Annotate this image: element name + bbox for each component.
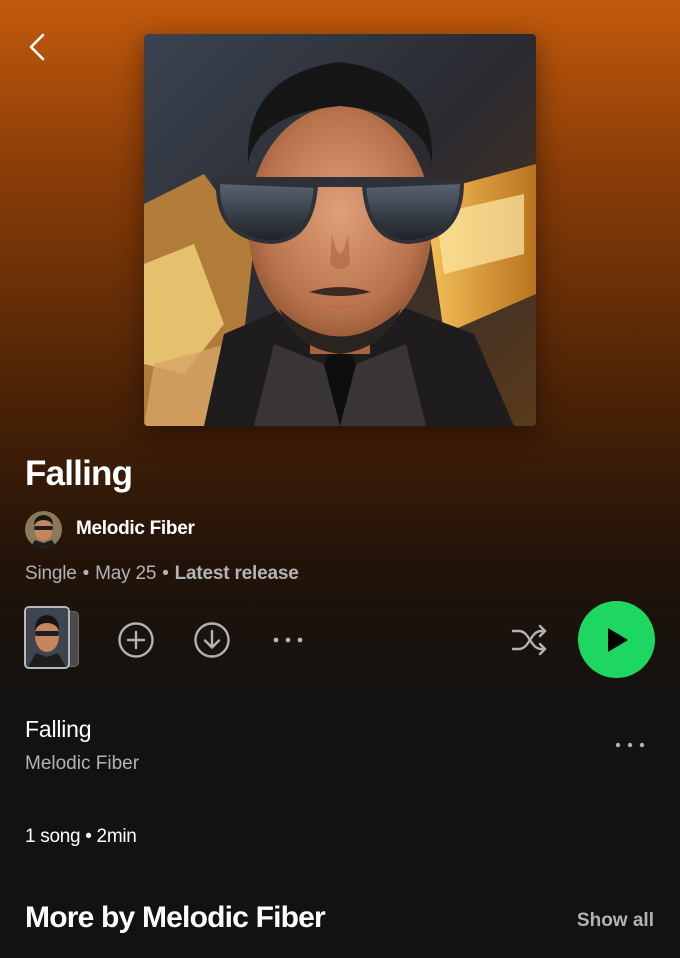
shuffle-button[interactable] <box>508 620 550 660</box>
track-row[interactable]: Falling Melodic Fiber <box>25 716 655 786</box>
release-type: Single <box>25 563 77 584</box>
track-artist: Melodic Fiber <box>25 753 140 774</box>
show-all-link[interactable]: Show all <box>577 910 654 932</box>
download-button[interactable] <box>192 620 232 660</box>
more-options-button[interactable] <box>268 625 308 655</box>
more-by-heading: More by Melodic Fiber <box>25 901 326 934</box>
preview-thumbnail[interactable] <box>24 606 80 672</box>
back-button[interactable] <box>22 30 52 64</box>
meta-separator: • <box>162 563 169 584</box>
thumbnail-front-card <box>24 606 70 669</box>
album-meta: Single • May 25 • Latest release <box>25 563 299 585</box>
track-more-button[interactable] <box>613 736 647 754</box>
artist-link[interactable]: Melodic Fiber <box>25 510 195 548</box>
ellipsis-icon <box>273 637 303 643</box>
add-to-library-button[interactable] <box>116 620 156 660</box>
album-title: Falling <box>25 454 133 493</box>
release-date: May 25 <box>95 563 157 584</box>
album-cover <box>144 34 536 426</box>
artist-name: Melodic Fiber <box>76 518 195 539</box>
track-summary: 1 song • 2min <box>25 826 137 847</box>
shuffle-icon <box>511 624 547 656</box>
ellipsis-icon <box>615 742 645 748</box>
plus-circle-icon <box>118 622 154 658</box>
artist-avatar <box>25 510 62 548</box>
download-circle-icon <box>194 622 230 658</box>
play-button[interactable] <box>578 601 655 678</box>
play-icon <box>607 627 628 652</box>
track-title: Falling <box>25 716 92 742</box>
latest-release-badge: Latest release <box>174 563 299 584</box>
meta-separator: • <box>82 563 90 584</box>
chevron-left-icon <box>29 33 45 61</box>
